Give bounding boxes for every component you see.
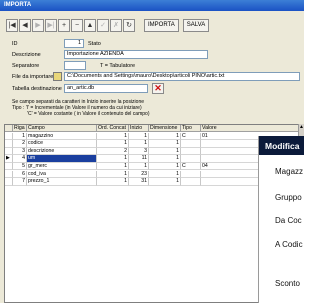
row-indicator[interactable]: [5, 163, 13, 171]
tabella-field[interactable]: an_artic.db: [64, 84, 148, 93]
cell-riga[interactable]: 6: [13, 170, 27, 178]
col-header-valore[interactable]: Valore: [201, 125, 301, 133]
modifica-item-magazzino: Magazz: [275, 167, 304, 176]
modifica-item-sconto: Sconto: [275, 279, 300, 288]
cell-campo[interactable]: um: [27, 155, 97, 163]
save-button[interactable]: SALVA: [182, 19, 210, 32]
modifica-item-gruppo: Gruppo: [275, 193, 302, 202]
grid-scroll-up[interactable]: ▲: [298, 124, 304, 136]
cell-ord-concat[interactable]: 1: [97, 140, 129, 148]
cell-campo[interactable]: magazzino: [27, 132, 97, 140]
cell-ord-concat[interactable]: 2: [97, 147, 129, 156]
cell-dimensione[interactable]: 1: [149, 132, 181, 140]
cell-campo[interactable]: prezzo_1: [27, 178, 97, 186]
window-title: IMPORTA: [0, 0, 304, 11]
cell-campo[interactable]: descrizione: [27, 147, 97, 156]
col-header-riga[interactable]: Riga: [13, 125, 27, 133]
cell-ord-concat[interactable]: 1: [97, 170, 129, 178]
cell-campo[interactable]: gr_merc: [27, 163, 97, 171]
cell-dimensione[interactable]: 1: [149, 155, 181, 163]
col-header-dimensione[interactable]: Dimensione: [149, 125, 181, 133]
separatore-label: Separatore: [12, 63, 40, 69]
cell-riga[interactable]: 5: [13, 163, 27, 171]
cell-dimensione[interactable]: 1: [149, 147, 181, 156]
descrizione-label: Descrizione: [12, 52, 41, 58]
add-record-button[interactable]: +: [58, 19, 70, 32]
import-button[interactable]: IMPORTA: [144, 19, 179, 32]
modifica-item-a-codice: A Codic: [275, 240, 303, 249]
descrizione-field[interactable]: Importazione AZIENDA: [64, 50, 208, 59]
cell-riga[interactable]: 2: [13, 140, 27, 148]
next-record-button[interactable]: ▶: [32, 19, 44, 32]
separatore-hint: T = Tabulatore: [100, 63, 136, 69]
col-header-inizio[interactable]: Inizio: [129, 125, 149, 133]
cell-tipo[interactable]: C: [181, 163, 201, 171]
cell-dimensione[interactable]: 1: [149, 163, 181, 171]
clear-table-icon[interactable]: ✕: [152, 83, 164, 94]
cell-inizio[interactable]: 3: [129, 147, 149, 156]
cell-tipo[interactable]: [181, 170, 201, 178]
id-field[interactable]: 1: [64, 39, 84, 48]
modifica-item-da-codice: Da Coc: [275, 216, 302, 225]
row-indicator[interactable]: [5, 132, 13, 140]
cell-campo[interactable]: cod_iva: [27, 170, 97, 178]
tabella-label: Tabella destinazione: [12, 86, 62, 92]
current-row-arrow-icon[interactable]: ▶: [5, 155, 13, 163]
cell-riga[interactable]: 4: [13, 155, 27, 163]
separatore-field[interactable]: [64, 61, 86, 70]
cell-inizio[interactable]: 1: [129, 132, 149, 140]
row-indicator[interactable]: [5, 170, 13, 178]
cell-dimensione[interactable]: 1: [149, 170, 181, 178]
last-record-button[interactable]: ▶|: [45, 19, 57, 32]
cell-dimensione[interactable]: 1: [149, 178, 181, 186]
stato-label: Stato: [88, 41, 101, 47]
modifica-window: Modifica Magazz Gruppo Da Coc A Codic Sc…: [258, 136, 304, 303]
toolbar: |◀ ◀ ▶ ▶| + − ▲ ✓ ✗ ↻ IMPORTA SALVA: [6, 19, 210, 33]
file-label: File da importare: [12, 74, 54, 80]
refresh-button[interactable]: ↻: [123, 19, 135, 32]
col-header-ord-concat[interactable]: Ord. Concat: [97, 125, 129, 133]
cell-tipo[interactable]: C: [181, 132, 201, 140]
first-record-button[interactable]: |◀: [6, 19, 18, 32]
col-header-tipo[interactable]: Tipo: [181, 125, 201, 133]
cell-inizio[interactable]: 31: [129, 178, 149, 186]
cell-riga[interactable]: 1: [13, 132, 27, 140]
cell-campo[interactable]: codice: [27, 140, 97, 148]
col-header-campo[interactable]: Campo: [27, 125, 97, 133]
cell-dimensione[interactable]: 1: [149, 140, 181, 148]
cell-ord-concat[interactable]: 1: [97, 132, 129, 140]
cell-inizio[interactable]: 23: [129, 170, 149, 178]
cell-tipo[interactable]: [181, 147, 201, 156]
cell-inizio[interactable]: 1: [129, 140, 149, 148]
prev-record-button[interactable]: ◀: [19, 19, 31, 32]
note-line-3: 'C' = Valore costante ( in Valore il con…: [27, 111, 150, 117]
modifica-title: Modifica: [259, 136, 304, 155]
cell-ord-concat[interactable]: 1: [97, 155, 129, 163]
cell-riga[interactable]: 3: [13, 147, 27, 156]
cancel-button[interactable]: ✗: [110, 19, 122, 32]
cell-tipo[interactable]: [181, 155, 201, 163]
file-path-field[interactable]: C:\Documents and Settings\mauro\Desktop\…: [64, 72, 300, 81]
cell-tipo[interactable]: [181, 178, 201, 186]
browse-folder-icon[interactable]: [53, 72, 62, 81]
cell-inizio[interactable]: 1: [129, 163, 149, 171]
row-indicator[interactable]: [5, 178, 13, 186]
row-indicator[interactable]: [5, 147, 13, 156]
cell-riga[interactable]: 7: [13, 178, 27, 186]
confirm-button[interactable]: ✓: [97, 19, 109, 32]
cell-ord-concat[interactable]: 1: [97, 163, 129, 171]
id-label: ID: [12, 41, 18, 47]
grid-header: Riga Campo Ord. Concat Inizio Dimensione…: [5, 125, 303, 133]
cell-tipo[interactable]: [181, 140, 201, 148]
cell-inizio[interactable]: 11: [129, 155, 149, 163]
row-indicator[interactable]: [5, 140, 13, 148]
delete-record-button[interactable]: −: [71, 19, 83, 32]
edit-record-button[interactable]: ▲: [84, 19, 96, 32]
cell-ord-concat[interactable]: 1: [97, 178, 129, 186]
